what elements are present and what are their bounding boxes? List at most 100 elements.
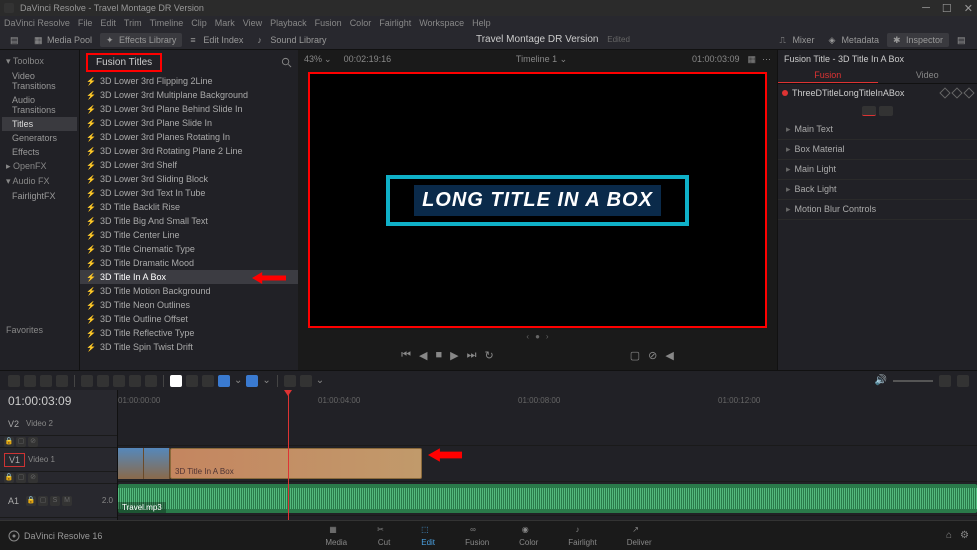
stop-icon[interactable]: ■ (436, 349, 443, 361)
tl-volume-slider[interactable] (893, 380, 933, 382)
track-v2-auto-select[interactable]: ▢ (16, 437, 26, 447)
mixer-button[interactable]: ⎍Mixer (773, 33, 820, 47)
minimize-icon[interactable]: ─ (922, 2, 930, 15)
bypass-icon[interactable]: ⊘ (648, 349, 657, 362)
fusion-title-item[interactable]: ⚡3D Lower 3rd Flipping 2Line (80, 74, 298, 88)
video-clip-thumbnails[interactable] (118, 448, 170, 479)
edit-index-button[interactable]: ≡Edit Index (184, 33, 249, 47)
fusion-title-item[interactable]: ⚡3D Lower 3rd Plane Behind Slide In (80, 102, 298, 116)
fusion-title-item[interactable]: ⚡3D Title Cinematic Type (80, 242, 298, 256)
track-v1-disable[interactable]: ⊘ (28, 473, 38, 483)
track-a1-id[interactable]: A1 (4, 495, 23, 507)
playhead[interactable] (288, 390, 289, 520)
tl-zoom-preset[interactable] (300, 375, 312, 387)
toolbox-item-video-transitions[interactable]: Video Transitions (2, 69, 77, 93)
menu-workspace[interactable]: Workspace (419, 18, 464, 28)
loop-icon[interactable]: ↻ (485, 349, 494, 362)
fusion-title-item[interactable]: ⚡3D Title Reflective Type (80, 326, 298, 340)
close-icon[interactable]: ✕ (964, 2, 973, 15)
menu-edit[interactable]: Edit (100, 18, 116, 28)
tl-blade-mode[interactable] (56, 375, 68, 387)
tl-customize[interactable] (957, 375, 969, 387)
keyframe-icon[interactable] (951, 87, 962, 98)
track-a1-solo[interactable]: S (50, 496, 60, 506)
fusion-title-item[interactable]: ⚡3D Title Outline Offset (80, 312, 298, 326)
jump-start-icon[interactable]: ⏮ (401, 349, 411, 362)
menu-file[interactable]: File (78, 18, 93, 28)
title-clip[interactable]: 3D Title In A Box (170, 448, 422, 479)
inspector-section-main-text[interactable]: ▸Main Text (778, 120, 977, 140)
inspector-section-back-light[interactable]: ▸Back Light (778, 180, 977, 200)
track-v1-lane[interactable]: 3D Title In A Box (118, 446, 977, 482)
page-media[interactable]: ▦Media (325, 525, 347, 547)
menu-view[interactable]: View (243, 18, 262, 28)
node-enable-dot[interactable] (782, 90, 788, 96)
menu-fusion[interactable]: Fusion (315, 18, 342, 28)
tl-snapping[interactable] (170, 375, 182, 387)
tl-overwrite[interactable] (97, 375, 109, 387)
menu-color[interactable]: Color (350, 18, 372, 28)
inspector-section-main-light[interactable]: ▸Main Light (778, 160, 977, 180)
menu-clip[interactable]: Clip (191, 18, 207, 28)
menu-trim[interactable]: Trim (124, 18, 142, 28)
track-v2-disable[interactable]: ⊘ (28, 437, 38, 447)
page-cut[interactable]: ✂Cut (377, 525, 391, 547)
tl-selection-mode[interactable] (8, 375, 20, 387)
toolbox-header[interactable]: ▾ Toolbox (2, 54, 77, 69)
page-color[interactable]: ◉Color (519, 525, 538, 547)
fusion-title-item[interactable]: ⚡3D Title Dramatic Mood (80, 256, 298, 270)
tl-place-on-top[interactable] (145, 375, 157, 387)
fusion-title-item[interactable]: ⚡3D Title Spin Twist Drift (80, 340, 298, 354)
inspector-section-box-material[interactable]: ▸Box Material (778, 140, 977, 160)
tl-insert[interactable] (81, 375, 93, 387)
track-v2-lane[interactable] (118, 410, 977, 446)
fusion-title-item[interactable]: ⚡3D Lower 3rd Text In Tube (80, 186, 298, 200)
next-keyframe-icon[interactable] (963, 87, 974, 98)
fusion-title-item[interactable]: ⚡3D Title Neon Outlines (80, 298, 298, 312)
inspector-tab-video[interactable]: Video (878, 68, 977, 83)
tl-volume-icon[interactable]: 🔊 (875, 375, 887, 387)
inspector-view-settings[interactable] (879, 106, 893, 116)
fusion-title-item[interactable]: ⚡3D Title Backlit Rise (80, 200, 298, 214)
menu-timeline[interactable]: Timeline (150, 18, 184, 28)
openfx-header[interactable]: ▸ OpenFX (2, 159, 77, 174)
audiofx-header[interactable]: ▾ Audio FX (2, 174, 77, 189)
track-v2-lock-icon[interactable]: 🔒 (4, 437, 14, 447)
panel-toggle-right[interactable]: ▤ (951, 33, 973, 47)
menu-help[interactable]: Help (472, 18, 491, 28)
menu-mark[interactable]: Mark (215, 18, 235, 28)
page-fusion[interactable]: ∞Fusion (465, 525, 489, 547)
fusion-title-item[interactable]: ⚡3D Lower 3rd Multiplane Background (80, 88, 298, 102)
track-a1-lock-icon[interactable]: 🔒 (26, 496, 36, 506)
prev-keyframe-icon[interactable] (939, 87, 950, 98)
inspector-section-motion-blur-controls[interactable]: ▸Motion Blur Controls (778, 200, 977, 220)
toolbox-item-generators[interactable]: Generators (2, 131, 77, 145)
tl-dynamic-trim[interactable] (40, 375, 52, 387)
track-a1-auto-select[interactable]: ▢ (38, 496, 48, 506)
fusion-title-item[interactable]: ⚡3D Lower 3rd Planes Rotating In (80, 130, 298, 144)
inspector-button[interactable]: ✱Inspector (887, 33, 949, 47)
track-a1-mute[interactable]: M (62, 496, 72, 506)
tl-view-options[interactable] (284, 375, 296, 387)
fusion-title-item[interactable]: ⚡3D Lower 3rd Sliding Block (80, 172, 298, 186)
page-edit[interactable]: ⬚Edit (421, 525, 435, 547)
track-v1-lock-icon[interactable]: 🔒 (4, 473, 14, 483)
track-a1-lane[interactable]: Travel.mp3 (118, 482, 977, 516)
panel-toggle-left[interactable]: ▤ (4, 33, 26, 47)
home-icon[interactable]: ⌂ (946, 530, 952, 541)
toolbox-item-audio-transitions[interactable]: Audio Transitions (2, 93, 77, 117)
metadata-button[interactable]: ◈Metadata (822, 33, 885, 47)
menu-davinci-resolve[interactable]: DaVinci Resolve (4, 18, 70, 28)
toolbox-item-effects[interactable]: Effects (2, 145, 77, 159)
tl-flag[interactable] (218, 375, 230, 387)
track-v1-id[interactable]: V1 (4, 453, 25, 467)
maximize-icon[interactable]: ☐ (942, 2, 952, 15)
tl-trim-mode[interactable] (24, 375, 36, 387)
tl-fit-to-fill[interactable] (129, 375, 141, 387)
fusion-title-item[interactable]: ⚡3D Lower 3rd Rotating Plane 2 Line (80, 144, 298, 158)
tl-marker[interactable] (246, 375, 258, 387)
play-icon[interactable]: ▶ (450, 349, 458, 362)
fusion-title-item[interactable]: ⚡3D Title Big And Small Text (80, 214, 298, 228)
viewer-timeline-name[interactable]: Timeline 1 ⌄ (391, 54, 692, 65)
viewer-zoom[interactable]: 43% (304, 54, 322, 64)
